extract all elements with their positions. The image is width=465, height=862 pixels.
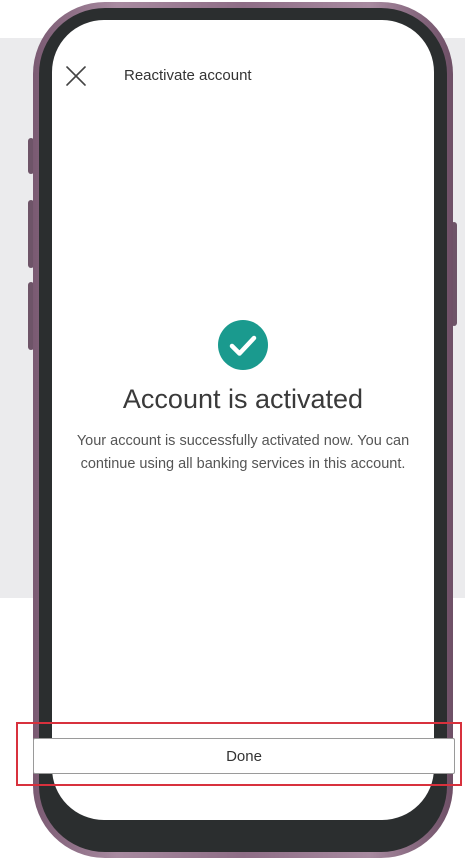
status-message: Your account is successfully activated n… xyxy=(76,433,410,472)
status-title: Account is activated xyxy=(122,384,364,414)
header-title: Reactivate account xyxy=(124,67,252,84)
done-button[interactable]: Done xyxy=(33,738,455,774)
close-icon[interactable] xyxy=(64,64,88,88)
check-circle-icon xyxy=(218,320,268,370)
header: Reactivate account xyxy=(52,60,434,92)
stage: Reactivate account Account is activated … xyxy=(0,0,465,862)
phone-screen: Reactivate account Account is activated … xyxy=(52,20,434,820)
